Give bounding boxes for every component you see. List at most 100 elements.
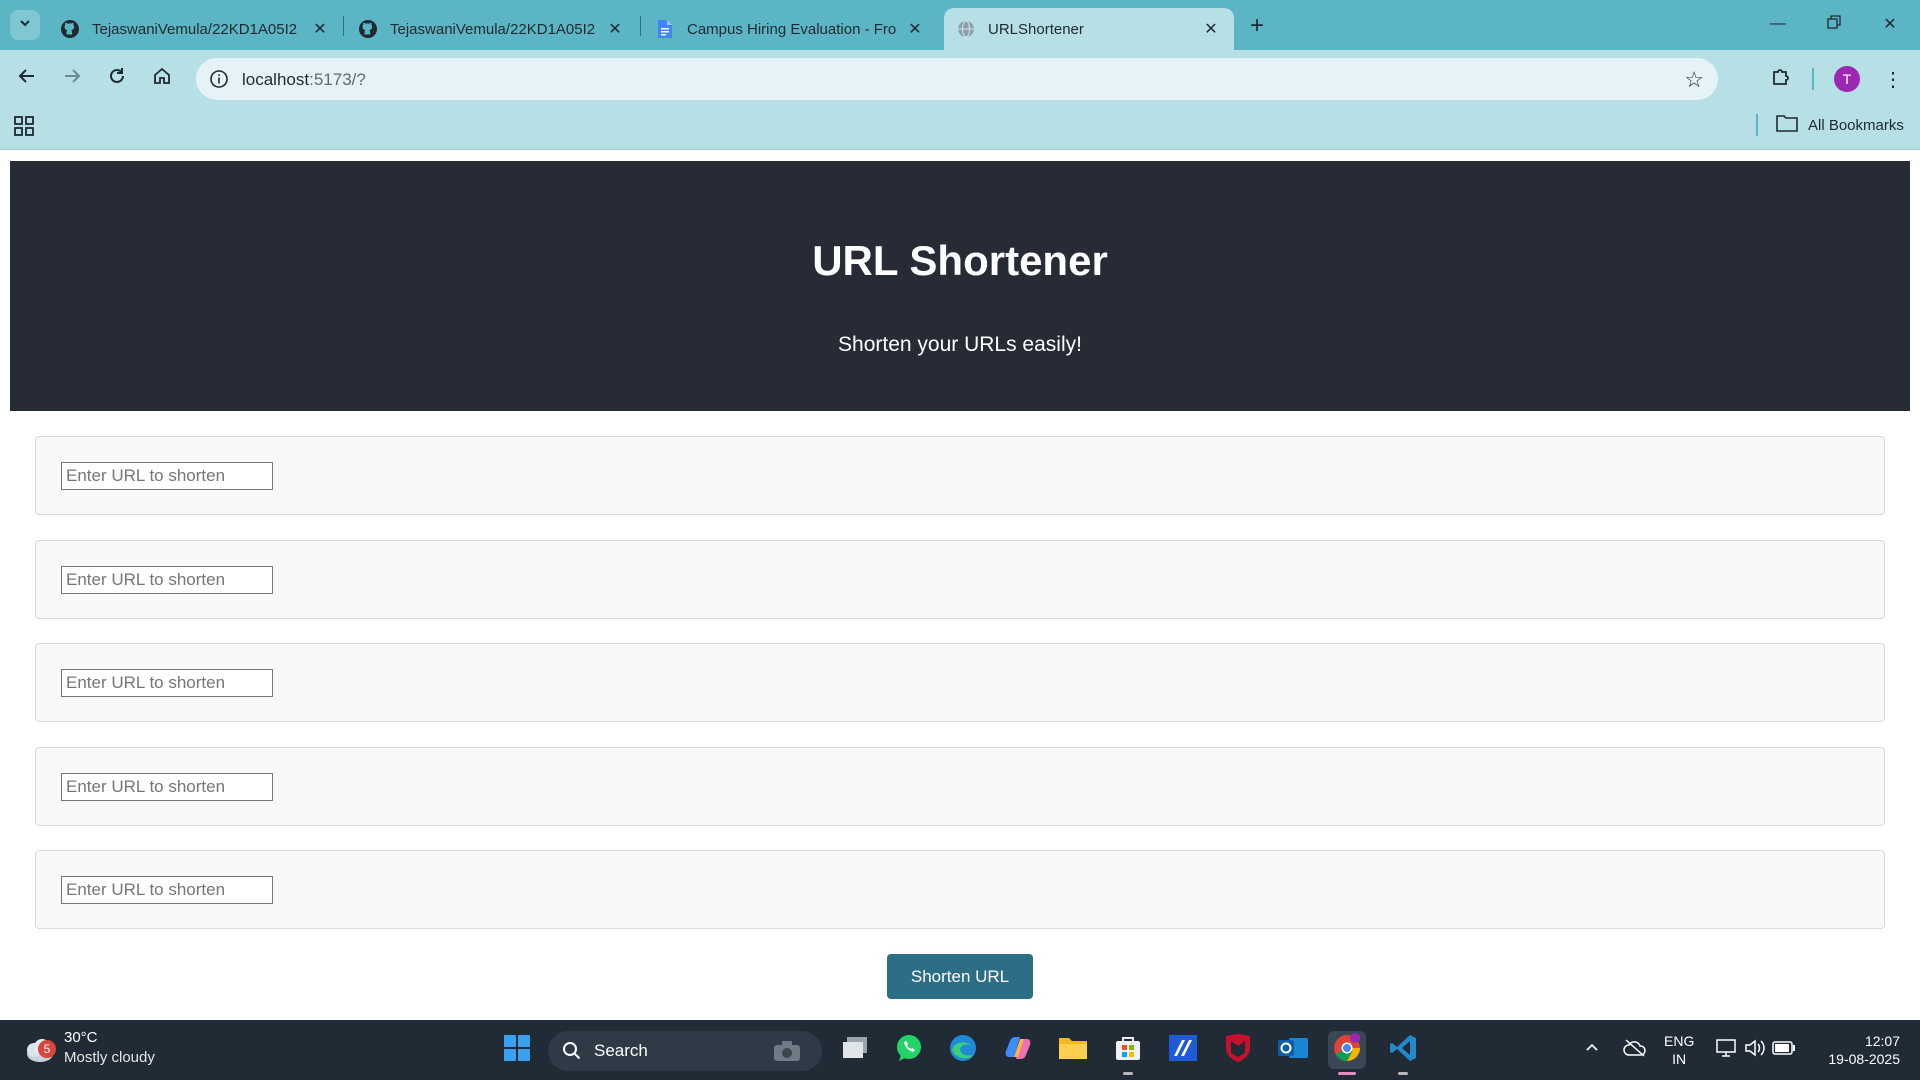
whatsapp-button[interactable]	[890, 1031, 928, 1069]
address-text: localhost:5173/?	[242, 70, 366, 90]
new-tab-button[interactable]: +	[1242, 11, 1272, 41]
task-view-button[interactable]	[836, 1031, 874, 1069]
volume-button[interactable]	[1742, 1020, 1768, 1080]
google-docs-icon	[655, 19, 675, 39]
close-icon: ✕	[1883, 16, 1897, 33]
url-entry-card	[35, 436, 1885, 515]
reload-button[interactable]	[100, 62, 134, 96]
mcafee-button[interactable]	[1219, 1031, 1257, 1069]
url-input[interactable]	[61, 669, 273, 697]
file-explorer-button[interactable]	[1054, 1031, 1092, 1069]
system-clock[interactable]: 12:07 19-08-2025	[1810, 1032, 1900, 1068]
outlook-button[interactable]	[1274, 1031, 1312, 1069]
network-button[interactable]	[1714, 1020, 1740, 1080]
close-icon[interactable]: ✕	[309, 18, 331, 40]
store-icon	[1114, 1034, 1142, 1067]
page-subtitle: Shorten your URLs easily!	[838, 333, 1082, 356]
url-host: localhost	[242, 70, 310, 89]
language-region: IN	[1672, 1051, 1687, 1067]
url-entry-card	[35, 540, 1885, 619]
tab-github-2[interactable]: TejaswaniVemula/22KD1A05I2 ✕	[346, 8, 638, 50]
clock-time: 12:07	[1864, 1033, 1900, 1049]
apps-grid-icon[interactable]	[14, 116, 34, 136]
store-button[interactable]	[1109, 1031, 1147, 1069]
tab-separator	[640, 16, 641, 36]
windows-taskbar: 5 30°C Mostly cloudy Search ENG IN 12:07…	[0, 1020, 1920, 1080]
all-bookmarks-button[interactable]: All Bookmarks	[1776, 114, 1904, 136]
tab-github-1[interactable]: TejaswaniVemula/22KD1A05I2 ✕	[48, 8, 343, 50]
home-button[interactable]	[145, 62, 179, 96]
profile-avatar[interactable]: T	[1834, 66, 1860, 92]
forward-button[interactable]	[55, 62, 89, 96]
minimize-icon: —	[1770, 15, 1786, 32]
close-icon[interactable]: ✕	[904, 18, 926, 40]
tab-title: Campus Hiring Evaluation - Fro	[687, 20, 896, 38]
start-button[interactable]	[498, 1031, 536, 1069]
battery-button[interactable]	[1770, 1020, 1798, 1080]
address-bar[interactable]: localhost:5173/? ☆	[196, 58, 1718, 100]
bookmark-star-icon[interactable]: ☆	[1684, 67, 1704, 93]
site-info-icon[interactable]	[208, 68, 230, 90]
browser-toolbar: localhost:5173/? ☆ ⋮	[0, 50, 1920, 108]
bookmarks-bar	[0, 108, 1920, 150]
speaker-icon	[1744, 1038, 1766, 1062]
toolbar-divider	[1812, 68, 1814, 90]
copilot-icon	[1003, 1033, 1033, 1068]
url-input[interactable]	[61, 462, 273, 490]
app-button[interactable]	[1164, 1031, 1202, 1069]
close-icon[interactable]: ✕	[1200, 18, 1222, 40]
url-input[interactable]	[61, 876, 273, 904]
puzzle-icon	[1770, 65, 1792, 93]
windows-logo-icon	[503, 1034, 531, 1067]
edge-button[interactable]	[944, 1031, 982, 1069]
tab-title: URLShortener	[988, 20, 1084, 38]
onedrive-button[interactable]	[1620, 1020, 1650, 1080]
vscode-icon	[1388, 1033, 1418, 1068]
taskbar-search[interactable]: Search	[548, 1031, 822, 1071]
plus-icon: +	[1249, 12, 1264, 39]
chrome-button[interactable]	[1328, 1031, 1366, 1069]
copilot-button[interactable]	[999, 1031, 1037, 1069]
tab-strip: TejaswaniVemula/22KD1A05I2 ✕ TejaswaniVe…	[0, 0, 1920, 50]
restore-icon	[1827, 14, 1841, 34]
github-icon	[60, 19, 80, 39]
folder-icon	[1058, 1035, 1088, 1066]
arrow-left-icon	[17, 66, 37, 92]
tab-search-button[interactable]	[10, 10, 40, 40]
app-logo-icon	[1168, 1034, 1198, 1067]
more-vert-icon: ⋮	[1883, 68, 1903, 91]
url-input[interactable]	[61, 773, 273, 801]
edge-icon	[948, 1033, 978, 1068]
running-indicator	[1338, 1072, 1356, 1075]
shorten-url-button[interactable]: Shorten URL	[887, 954, 1033, 999]
back-button[interactable]	[10, 62, 44, 96]
tab-title: TejaswaniVemula/22KD1A05I2	[390, 20, 596, 38]
search-icon	[562, 1041, 582, 1066]
home-icon	[152, 66, 172, 92]
taskbar-search-label: Search	[594, 1041, 648, 1060]
camera-icon	[772, 1039, 802, 1068]
extensions-button[interactable]	[1764, 62, 1798, 96]
restore-button[interactable]	[1806, 0, 1862, 48]
minimize-button[interactable]: —	[1750, 0, 1806, 48]
arrow-right-icon	[62, 66, 82, 92]
show-hidden-icons-button[interactable]	[1580, 1020, 1604, 1080]
tab-urlshortener[interactable]: URLShortener ✕	[944, 8, 1234, 50]
url-path: :5173/?	[309, 70, 366, 89]
language-indicator[interactable]: ENG IN	[1664, 1032, 1694, 1068]
close-window-button[interactable]: ✕	[1862, 0, 1918, 48]
whatsapp-icon	[894, 1033, 924, 1068]
weather-condition: Mostly cloudy	[64, 1049, 155, 1066]
vscode-button[interactable]	[1384, 1031, 1422, 1069]
chrome-menu-button[interactable]: ⋮	[1876, 62, 1910, 96]
url-input[interactable]	[61, 566, 273, 594]
hero-header: URL Shortener Shorten your URLs easily!	[10, 161, 1910, 411]
weather-widget[interactable]: 5 30°C Mostly cloudy	[20, 1028, 155, 1068]
chrome-icon	[1331, 1032, 1363, 1069]
tab-campus-hiring[interactable]: Campus Hiring Evaluation - Fro ✕	[643, 8, 938, 50]
url-entry-card	[35, 850, 1885, 929]
close-icon[interactable]: ✕	[604, 18, 626, 40]
github-icon	[358, 19, 378, 39]
url-entry-card	[35, 643, 1885, 722]
tab-title: TejaswaniVemula/22KD1A05I2	[92, 20, 298, 38]
